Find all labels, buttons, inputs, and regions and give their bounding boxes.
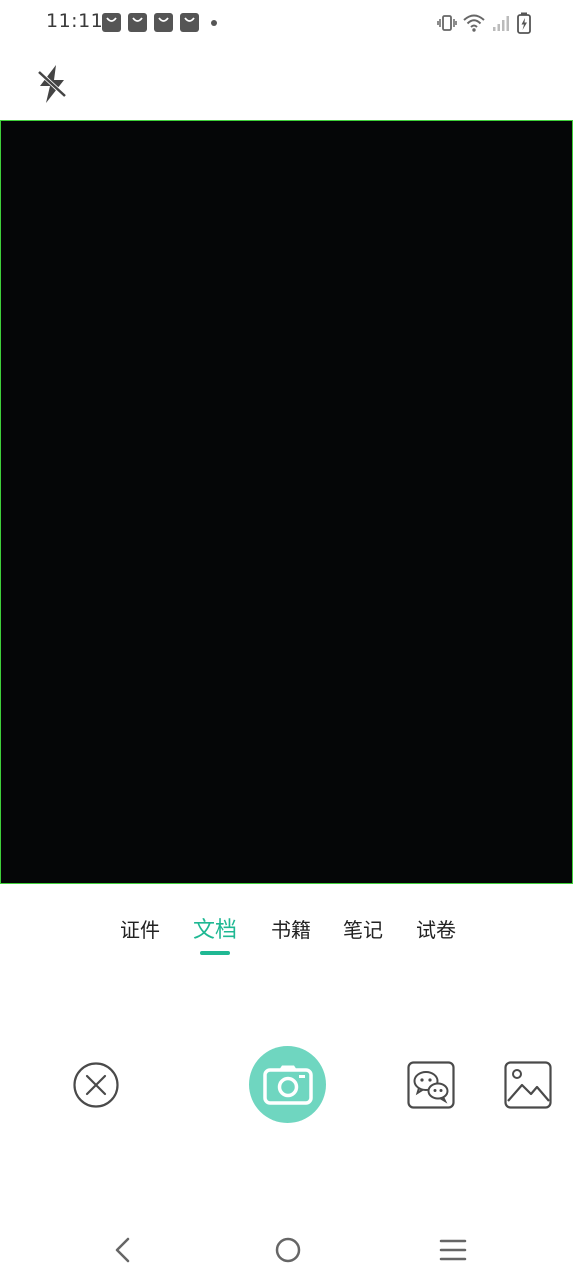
tab-active-indicator bbox=[200, 951, 230, 955]
shopping-bag-icon bbox=[128, 13, 147, 32]
shutter-button[interactable] bbox=[249, 1046, 326, 1123]
tab-books[interactable]: 书籍 bbox=[271, 914, 311, 943]
camera-preview[interactable] bbox=[0, 120, 573, 884]
shopping-bag-icon bbox=[180, 13, 199, 32]
close-circle-icon[interactable] bbox=[72, 1061, 120, 1109]
status-bar: 11:11 bbox=[0, 0, 575, 48]
notification-icons bbox=[102, 13, 217, 32]
tab-exam-paper[interactable]: 试卷 bbox=[416, 914, 456, 943]
scan-mode-tabs: 证件 文档 书籍 笔记 试卷 bbox=[0, 906, 575, 966]
wifi-icon bbox=[463, 14, 485, 32]
status-time: 11:11 bbox=[46, 10, 104, 32]
wechat-icon[interactable] bbox=[407, 1061, 455, 1109]
camera-icon bbox=[262, 1065, 313, 1105]
shopping-bag-icon bbox=[154, 13, 173, 32]
battery-charging-icon bbox=[517, 12, 531, 34]
vibrate-icon bbox=[437, 15, 457, 31]
more-notifications-dot bbox=[211, 19, 217, 26]
system-icons bbox=[437, 12, 531, 34]
home-icon[interactable] bbox=[274, 1236, 302, 1264]
shopping-bag-icon bbox=[102, 13, 121, 32]
tab-document[interactable]: 文档 bbox=[193, 912, 237, 944]
flash-off-icon[interactable] bbox=[32, 62, 72, 106]
camera-scan-screen: 11:11 证件 文档 书籍 笔记 试卷 bbox=[0, 0, 575, 1280]
tab-certificate[interactable]: 证件 bbox=[120, 914, 160, 943]
system-nav-bar bbox=[0, 1216, 575, 1280]
signal-icon bbox=[493, 16, 509, 31]
tab-notes[interactable]: 笔记 bbox=[343, 914, 383, 943]
menu-icon[interactable] bbox=[439, 1238, 467, 1262]
back-icon[interactable] bbox=[112, 1236, 132, 1264]
gallery-icon[interactable] bbox=[504, 1061, 552, 1109]
